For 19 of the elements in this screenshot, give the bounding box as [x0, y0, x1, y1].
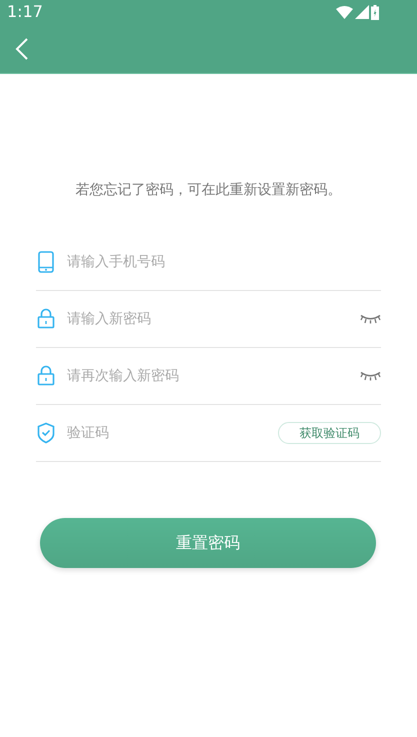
back-icon	[15, 38, 29, 60]
shield-check-icon	[36, 422, 56, 444]
get-code-button[interactable]: 获取验证码	[278, 422, 381, 444]
status-time: 1:17	[7, 1, 43, 23]
back-button[interactable]	[14, 36, 30, 60]
closed-eye-icon[interactable]	[360, 371, 381, 381]
code-field[interactable]: 验证码	[67, 422, 278, 444]
closed-eye-icon[interactable]	[360, 314, 381, 324]
signal-icon	[355, 5, 369, 19]
lock-icon	[36, 365, 56, 387]
password-field[interactable]: 请输入新密码	[67, 308, 360, 330]
phone-field[interactable]: 请输入手机号码	[67, 252, 381, 272]
lock-icon	[36, 308, 56, 330]
battery-icon	[371, 4, 379, 20]
password-field[interactable]: 请再次输入新密码	[67, 366, 360, 386]
phone-icon	[36, 251, 56, 273]
reset-password-button[interactable]: 重置密码	[40, 518, 376, 568]
intro-text: 若您忘记了密码，可在此重新设置新密码。	[74, 181, 342, 200]
wifi-icon	[336, 6, 353, 18]
